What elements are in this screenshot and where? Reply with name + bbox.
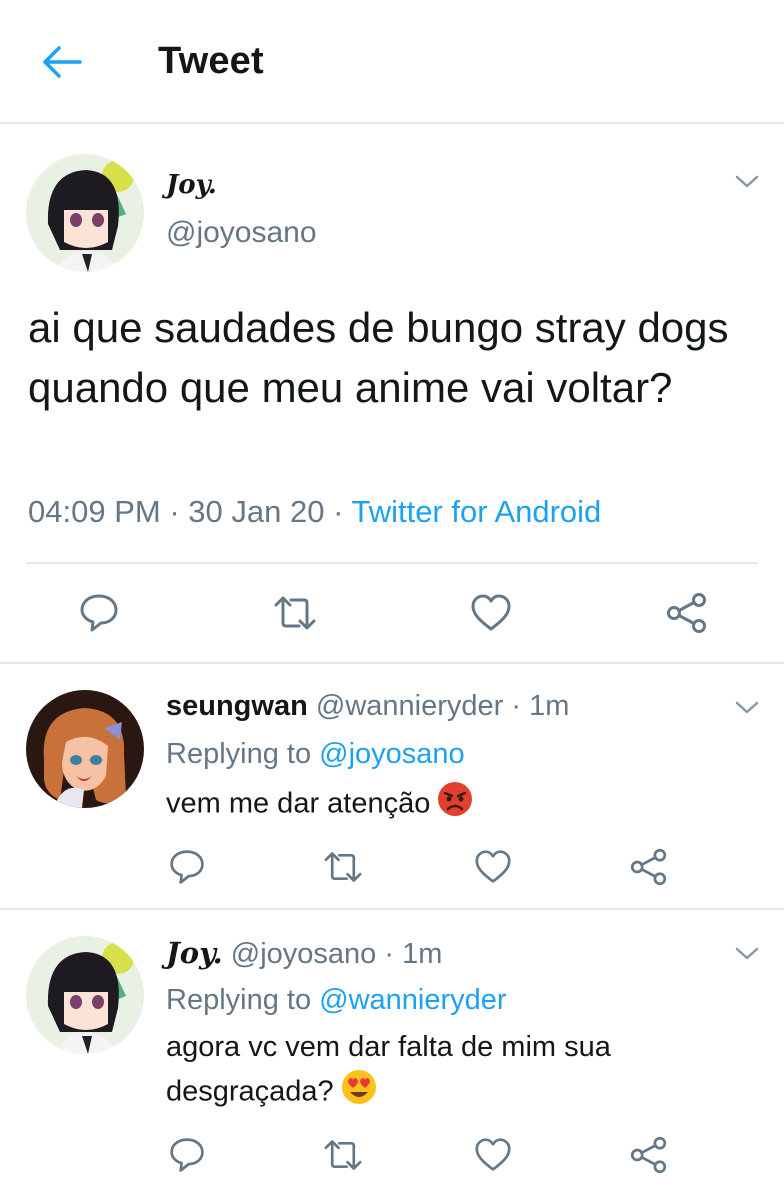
replying-prefix: Replying to [166,738,312,770]
tweet-time: 04:09 PM [28,494,161,529]
angry-face-emoji [436,780,474,830]
reply-button[interactable] [164,846,210,888]
meta-separator: · [169,494,180,529]
arrow-left-icon [43,46,82,78]
reply-header: Joy. @joyosano · 1m [166,936,442,971]
like-button[interactable] [466,590,516,636]
user-handle[interactable]: @wannieryder [316,690,503,722]
tweet-date: 30 Jan 20 [188,494,325,529]
avatar[interactable] [26,936,144,1054]
avatar[interactable] [26,690,144,808]
share-icon [630,848,667,886]
display-name[interactable]: seungwan [166,690,308,722]
meta-separator: · [384,938,395,970]
user-handle[interactable]: @joyosano [231,938,377,970]
reply-body: agora vc vem dar falta de mim sua desgra… [166,1031,611,1108]
retweet-icon [324,1140,362,1170]
like-button[interactable] [470,1134,516,1176]
reply-text: agora vc vem dar falta de mim sua desgra… [166,1026,706,1118]
chevron-down-icon[interactable] [732,938,762,968]
divider [0,908,784,910]
reply-button[interactable] [74,590,124,636]
retweet-button[interactable] [270,590,320,636]
back-button[interactable] [40,42,84,82]
chevron-down-icon[interactable] [732,692,762,722]
display-name[interactable]: Joy. [166,936,223,970]
tweet-text: ai que saudades de bungo stray dogs quan… [28,304,729,411]
reply-text: vem me dar atenção [166,780,726,830]
retweet-icon [274,596,316,630]
comment-icon [80,594,118,632]
share-icon [667,593,706,633]
time-ago: 1m [402,938,443,970]
user-handle[interactable]: @joyosano [166,216,317,250]
mention-link[interactable]: @joyosano [319,738,465,770]
retweet-button[interactable] [320,846,366,888]
avatar[interactable] [26,154,144,272]
like-button[interactable] [470,846,516,888]
heart-icon [471,594,511,631]
reply-body: vem me dar atenção [166,787,431,820]
tweet-metadata: 04:09 PM · 30 Jan 20 · Twitter for Andro… [28,494,601,530]
tweet-source-link[interactable]: Twitter for Android [351,494,601,529]
share-button[interactable] [626,846,672,888]
replying-prefix: Replying to [166,984,312,1016]
top-bar: Tweet [0,0,784,124]
reply-button[interactable] [164,1134,210,1176]
time-ago: 1m [529,690,570,722]
replying-to: Replying to @joyosano [166,738,465,771]
share-button[interactable] [662,590,712,636]
heart-icon [475,1138,511,1171]
meta-separator: · [333,494,344,529]
mention-link[interactable]: @wannieryder [319,984,506,1016]
page-title: Tweet [158,40,264,82]
comment-icon [170,850,204,884]
heart-icon [475,850,511,883]
meta-separator: · [511,690,522,722]
heart-eyes-emoji [340,1068,378,1118]
share-button[interactable] [626,1134,672,1176]
chevron-down-icon[interactable] [732,166,762,196]
divider [0,662,784,664]
share-icon [630,1136,667,1174]
display-name[interactable]: Joy. [166,170,217,200]
comment-icon [170,1138,204,1172]
retweet-icon [324,852,362,882]
divider [26,562,758,564]
reply-header: seungwan @wannieryder · 1m [166,690,569,723]
retweet-button[interactable] [320,1134,366,1176]
replying-to: Replying to @wannieryder [166,984,507,1017]
